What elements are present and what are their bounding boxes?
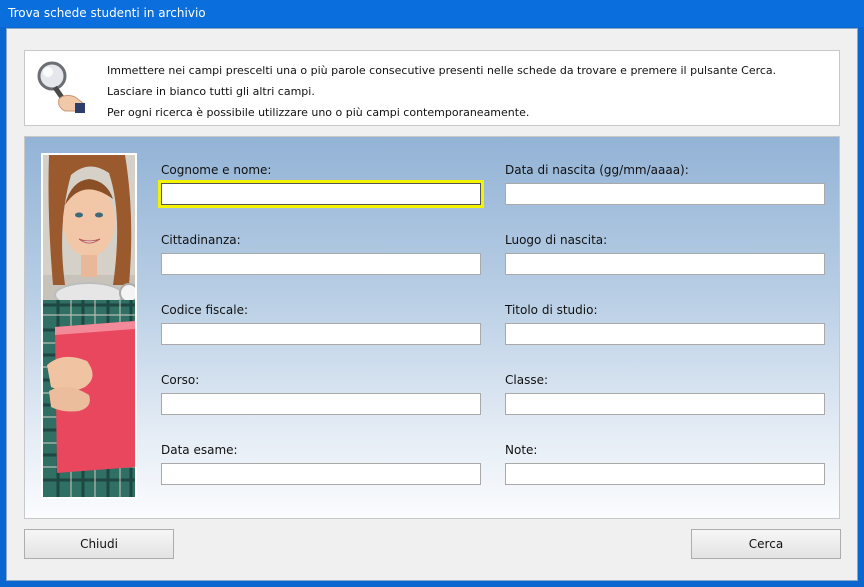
field-label-note: Note: — [505, 443, 538, 457]
search-dialog-window: Trova schede studenti in archivio Immett… — [0, 0, 864, 587]
field-label-data-nascita: Data di nascita (gg/mm/aaaa): — [505, 163, 689, 177]
search-button[interactable]: Cerca — [691, 529, 841, 559]
magnifier-icon — [37, 61, 85, 113]
instructions-text: Immettere nei campi prescelti una o più … — [107, 63, 776, 126]
field-label-corso: Corso: — [161, 373, 200, 387]
field-label-codice-fiscale: Codice fiscale: — [161, 303, 248, 317]
data-esame-input[interactable] — [161, 463, 481, 485]
window-title: Trova schede studenti in archivio — [8, 6, 206, 20]
instructions-box: Immettere nei campi prescelti una o più … — [24, 50, 840, 126]
close-button[interactable]: Chiudi — [24, 529, 174, 559]
student-photo — [41, 153, 137, 499]
field-label-luogo-nascita: Luogo di nascita: — [505, 233, 608, 247]
dialog-body: Immettere nei campi prescelti una o più … — [6, 28, 858, 581]
data-nascita-input[interactable] — [505, 183, 825, 205]
title-bar[interactable]: Trova schede studenti in archivio — [0, 0, 864, 27]
titolo-studio-input[interactable] — [505, 323, 825, 345]
instruction-line: Per ogni ricerca è possibile utilizzare … — [107, 106, 530, 119]
instruction-line: Immettere nei campi prescelti una o più … — [107, 64, 777, 77]
instruction-line: Lasciare in bianco tutti gli altri campi… — [107, 85, 315, 98]
field-label-cognome-nome: Cognome e nome: — [161, 163, 272, 177]
cognome-nome-input[interactable] — [161, 183, 481, 205]
field-label-data-esame: Data esame: — [161, 443, 238, 457]
corso-input[interactable] — [161, 393, 481, 415]
field-label-classe: Classe: — [505, 373, 548, 387]
cittadinanza-input[interactable] — [161, 253, 481, 275]
field-label-cittadinanza: Cittadinanza: — [161, 233, 241, 247]
note-input[interactable] — [505, 463, 825, 485]
codice-fiscale-input[interactable] — [161, 323, 481, 345]
search-form-panel: Cognome e nome: Data di nascita (gg/mm/a… — [24, 136, 840, 519]
luogo-nascita-input[interactable] — [505, 253, 825, 275]
field-label-titolo-studio: Titolo di studio: — [505, 303, 598, 317]
classe-input[interactable] — [505, 393, 825, 415]
